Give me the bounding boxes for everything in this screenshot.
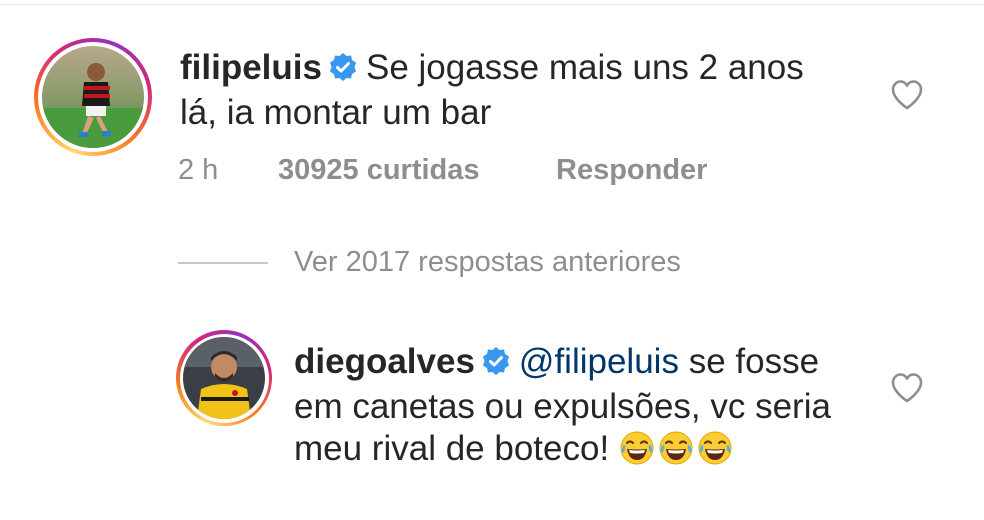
comment-username[interactable]: filipeluis — [180, 48, 322, 87]
heart-icon[interactable] — [890, 372, 924, 404]
comment-timestamp: 2 h — [178, 154, 219, 186]
avatar-photo — [42, 46, 144, 148]
heart-icon[interactable] — [890, 79, 924, 111]
verified-badge-icon — [481, 344, 511, 386]
view-previous-replies[interactable]: Ver 2017 respostas anteriores — [178, 246, 681, 279]
comment-body-filipeluis: filipeluis Se jogasse mais uns 2 anos lá,… — [180, 47, 820, 134]
avatar-filipeluis[interactable] — [34, 38, 152, 156]
top-divider — [0, 4, 984, 5]
avatar-photo — [183, 337, 265, 419]
replies-divider-line — [178, 261, 268, 264]
soccer-player-avatar-icon — [42, 46, 144, 148]
avatar-diegoalves[interactable] — [176, 330, 272, 426]
laughing-emoji-icon — [619, 430, 655, 476]
goalkeeper-avatar-icon — [183, 337, 265, 419]
avatar-ring-gap — [179, 333, 269, 423]
view-replies-label[interactable]: Ver 2017 respostas anteriores — [294, 246, 681, 279]
comment-username[interactable]: diegoalves — [294, 342, 475, 381]
avatar-ring-gap — [38, 42, 148, 152]
comment-likes-count[interactable]: 30925 curtidas — [278, 154, 556, 187]
user-mention-link[interactable]: @filipeluis — [519, 342, 679, 381]
laughing-emoji-icon — [697, 430, 733, 476]
comment-meta: 2 h 30925 curtidas Responder — [178, 154, 707, 187]
laughing-emoji-icon — [658, 430, 694, 476]
verified-badge-icon — [328, 50, 358, 92]
comment-body-diegoalves: diegoalves @filipeluis se fosse em caneta… — [294, 341, 854, 476]
reply-button[interactable]: Responder — [556, 154, 707, 187]
